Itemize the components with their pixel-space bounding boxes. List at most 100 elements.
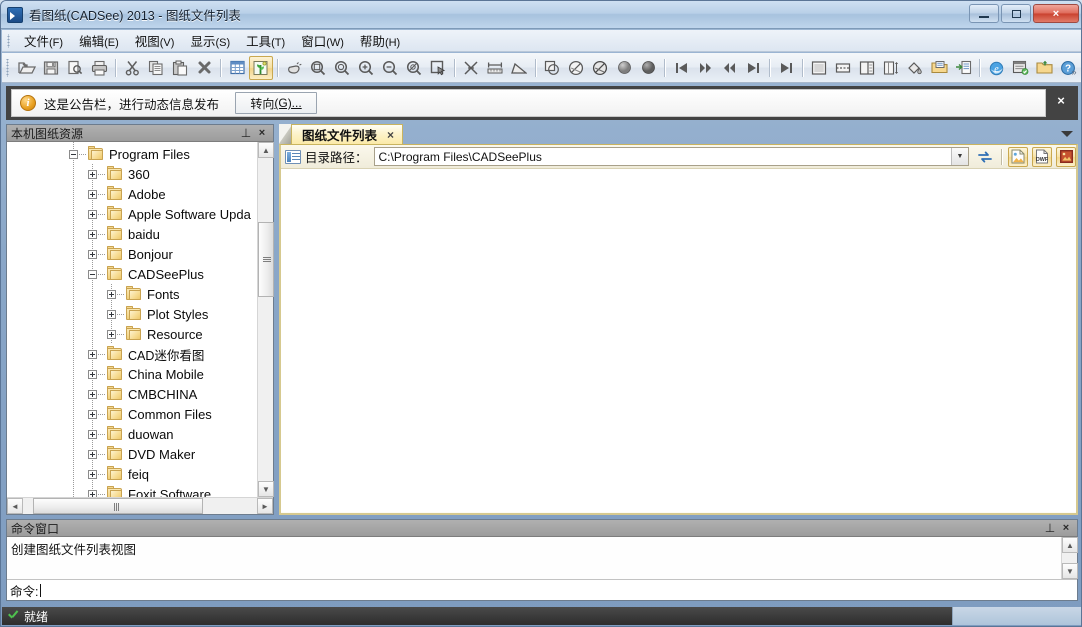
directory-path-combobox[interactable]: C:\Program Files\CADSeePlus ▼: [373, 147, 969, 166]
layout-full-icon[interactable]: [807, 56, 831, 80]
scroll-up-icon[interactable]: ▲: [1062, 537, 1078, 553]
circle-slash-dark-icon[interactable]: [588, 56, 612, 80]
tree-item[interactable]: Plot Styles: [7, 304, 257, 324]
properties-icon[interactable]: [927, 56, 951, 80]
toolbar-drag-grip[interactable]: [4, 58, 12, 77]
zoom-extents-icon[interactable]: [330, 56, 354, 80]
zoom-in-icon[interactable]: [354, 56, 378, 80]
print-preview-icon[interactable]: [63, 56, 87, 80]
expand-plus-icon[interactable]: [88, 229, 97, 239]
expand-plus-icon[interactable]: [88, 409, 97, 419]
tree-horizontal-scrollbar[interactable]: ◄ ►: [7, 497, 273, 514]
first-page-icon[interactable]: [669, 56, 693, 80]
menu-item-file[interactable]: 文件(F): [16, 29, 71, 52]
menu-item-help[interactable]: 帮助(H): [352, 29, 408, 52]
tree-item[interactable]: DVD Maker: [7, 444, 257, 464]
menu-item-tools[interactable]: 工具(T): [238, 29, 293, 52]
overlay-shapes-icon[interactable]: [540, 56, 564, 80]
print-icon[interactable]: [87, 56, 111, 80]
scroll-left-icon[interactable]: ◄: [7, 498, 23, 514]
layout-arrange-icon[interactable]: [879, 56, 903, 80]
copy-icon[interactable]: [144, 56, 168, 80]
sphere-dark-icon[interactable]: [636, 56, 660, 80]
zoom-select-icon[interactable]: [426, 56, 450, 80]
sphere-light-icon[interactable]: [612, 56, 636, 80]
expand-plus-icon[interactable]: [88, 469, 97, 479]
expand-plus-icon[interactable]: [88, 389, 97, 399]
register-icon[interactable]: [1008, 56, 1032, 80]
tree-item[interactable]: duowan: [7, 424, 257, 444]
expand-plus-icon[interactable]: [88, 429, 97, 439]
tree-vertical-scrollbar[interactable]: ▲ ▼: [257, 142, 274, 497]
upgrade-folder-icon[interactable]: [1032, 56, 1056, 80]
collapse-minus-icon[interactable]: [69, 149, 78, 159]
tree-item[interactable]: 360: [7, 164, 257, 184]
collapse-minus-icon[interactable]: [88, 269, 97, 279]
expand-plus-icon[interactable]: [88, 249, 97, 259]
zoom-out-icon[interactable]: [378, 56, 402, 80]
pan-hand-icon[interactable]: [282, 56, 306, 80]
expand-plus-icon[interactable]: [88, 209, 97, 219]
scroll-down-icon[interactable]: ▼: [258, 481, 274, 497]
tree-item[interactable]: feiq: [7, 464, 257, 484]
measure-distance-icon[interactable]: [483, 56, 507, 80]
announcement-goto-button[interactable]: 转向 (G)...: [235, 92, 318, 114]
expand-plus-icon[interactable]: [88, 169, 97, 179]
next-fast-icon[interactable]: [693, 56, 717, 80]
drawing-file-list-canvas[interactable]: [281, 169, 1076, 512]
command-input-row[interactable]: 命令:: [7, 579, 1077, 600]
paste-icon[interactable]: [168, 56, 192, 80]
layout-split-v-icon[interactable]: [855, 56, 879, 80]
internet-explorer-icon[interactable]: e: [984, 56, 1008, 80]
scroll-down-icon[interactable]: ▼: [1062, 563, 1078, 579]
tree-item[interactable]: Adobe: [7, 184, 257, 204]
expand-plus-icon[interactable]: [88, 189, 97, 199]
table-grid-icon[interactable]: [225, 56, 249, 80]
delete-x-icon[interactable]: [192, 56, 216, 80]
tree-item[interactable]: China Mobile: [7, 364, 257, 384]
dwf-file-icon[interactable]: DWF: [1032, 146, 1052, 167]
menu-item-display[interactable]: 显示(S): [182, 29, 238, 52]
last-page-icon[interactable]: [741, 56, 765, 80]
tree-item[interactable]: CMBCHINA: [7, 384, 257, 404]
tree-item[interactable]: Program Files: [7, 144, 257, 164]
minimize-button[interactable]: [969, 4, 999, 23]
export-list-icon[interactable]: [951, 56, 975, 80]
circle-slash-light-icon[interactable]: [564, 56, 588, 80]
tree-item[interactable]: Resource: [7, 324, 257, 344]
announcement-close-icon[interactable]: ×: [1054, 94, 1068, 108]
expand-plus-icon[interactable]: [88, 349, 97, 359]
save-icon[interactable]: [39, 56, 63, 80]
tree-item[interactable]: CADSeePlus: [7, 264, 257, 284]
scroll-up-icon[interactable]: ▲: [258, 142, 274, 158]
expand-plus-icon[interactable]: [88, 369, 97, 379]
last-page-2-icon[interactable]: [774, 56, 798, 80]
menu-drag-grip[interactable]: [5, 33, 14, 48]
pin-icon[interactable]: ⊥: [1043, 521, 1057, 535]
close-icon[interactable]: ×: [1059, 521, 1073, 535]
tree-item[interactable]: Fonts: [7, 284, 257, 304]
tree-item[interactable]: Apple Software Upda: [7, 204, 257, 224]
expand-plus-icon[interactable]: [107, 289, 116, 299]
open-folder-icon[interactable]: [15, 56, 39, 80]
paint-bucket-icon[interactable]: [903, 56, 927, 80]
menu-item-edit[interactable]: 编辑(E): [71, 29, 127, 52]
close-icon[interactable]: ×: [255, 126, 269, 140]
tree-item[interactable]: Bonjour: [7, 244, 257, 264]
tab-close-icon[interactable]: ×: [387, 128, 394, 142]
command-vertical-scrollbar[interactable]: ▲ ▼: [1061, 537, 1078, 579]
image-export-icon[interactable]: [1008, 146, 1028, 167]
expand-plus-icon[interactable]: [107, 329, 116, 339]
zoom-previous-icon[interactable]: [402, 56, 426, 80]
plant-green-icon[interactable]: [249, 55, 273, 80]
combo-arrow-icon[interactable]: ▼: [951, 148, 968, 165]
toolbar-overflow-button[interactable]: »: [1069, 59, 1079, 77]
refresh-arrows-icon[interactable]: [975, 147, 995, 167]
tree-item[interactable]: Common Files: [7, 404, 257, 424]
osnap-intersection-icon[interactable]: [459, 56, 483, 80]
batch-convert-icon[interactable]: [1056, 146, 1076, 167]
scroll-thumb[interactable]: [33, 498, 203, 514]
tree-item[interactable]: CAD迷你看图: [7, 344, 257, 364]
layout-split-h-icon[interactable]: [831, 56, 855, 80]
scroll-right-icon[interactable]: ►: [257, 498, 273, 514]
